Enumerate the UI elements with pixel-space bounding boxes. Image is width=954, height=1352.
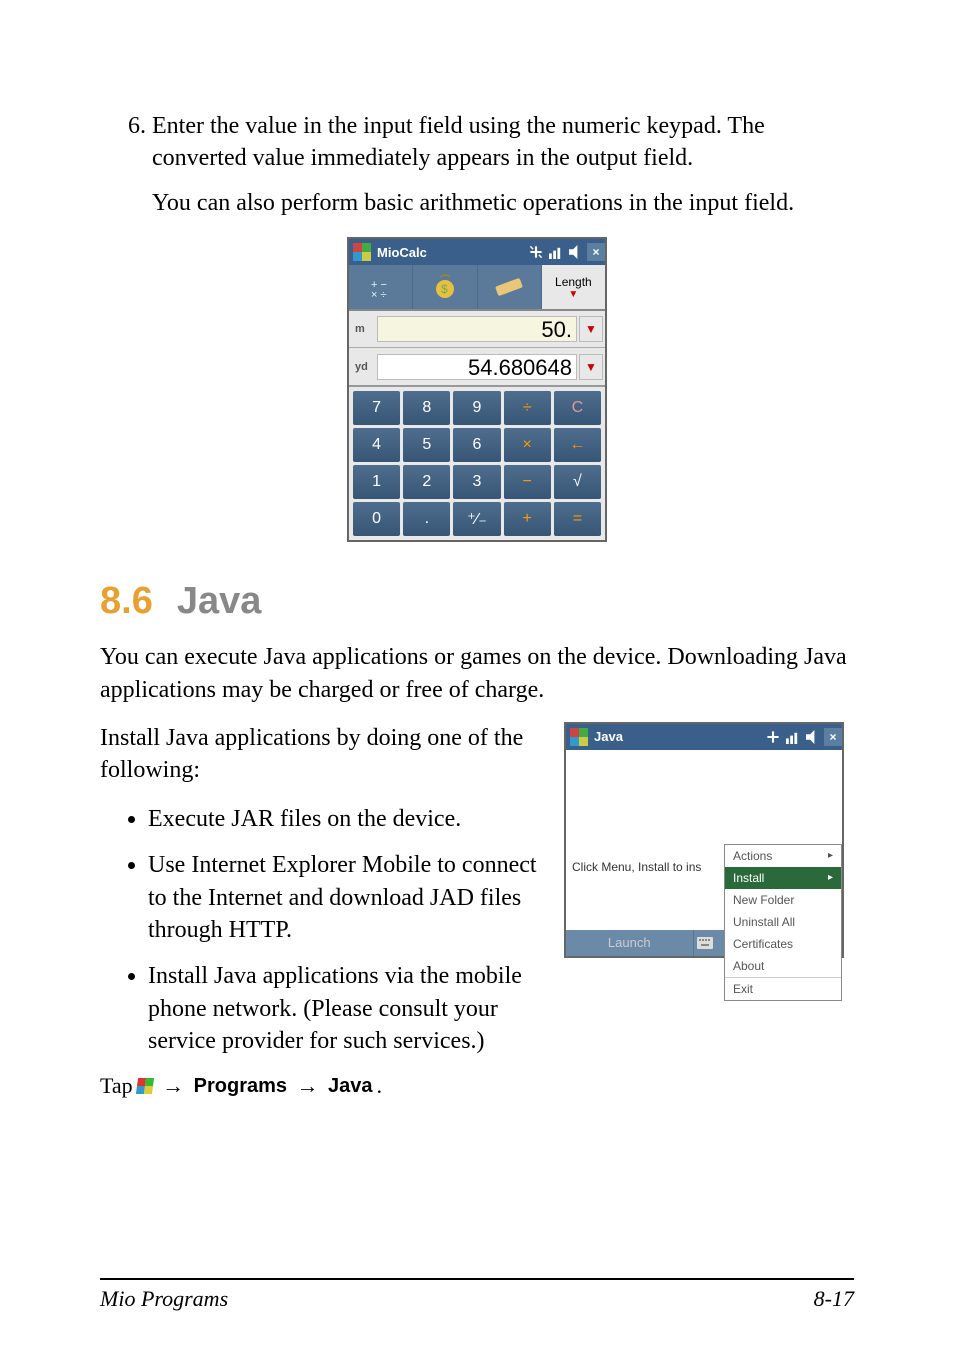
key-1: 1 <box>353 465 400 499</box>
speaker-icon <box>806 730 820 744</box>
svg-text:× ÷: × ÷ <box>371 289 387 300</box>
tab-calculator: + −× ÷ <box>349 265 413 309</box>
output-value: 54.680648 <box>377 354 577 380</box>
java-screenshot: Java × Click Menu, Install to ins Action… <box>564 722 854 1100</box>
output-row: yd 54.680648 ▼ <box>349 347 605 385</box>
currency-icon: $ <box>432 274 458 300</box>
footer-section: Mio Programs <box>100 1286 228 1312</box>
speaker-icon <box>569 245 583 259</box>
key-2: 2 <box>403 465 450 499</box>
step-continuation: You can also perform basic arithmetic op… <box>152 187 854 219</box>
key-5: 5 <box>403 428 450 462</box>
menu-uninstall-all: Uninstall All <box>725 911 841 933</box>
navigation-path: Tap → Programs → Java. <box>100 1073 550 1099</box>
input-row: m 50. ▼ <box>349 309 605 347</box>
context-menu: Actions▸ Install▸ New Folder Uninstall A… <box>724 844 842 1001</box>
hint-text: Click Menu, Install to ins <box>572 860 701 874</box>
softkey-left: Launch <box>566 930 694 956</box>
miocalc-screenshot: MioCalc × + −× ÷ $ Leng <box>100 237 854 542</box>
arrow-icon: → <box>157 1073 190 1099</box>
key-7: 7 <box>353 391 400 425</box>
key-dot: . <box>403 502 450 536</box>
key-8: 8 <box>403 391 450 425</box>
signal-icon <box>549 245 563 259</box>
status-icons <box>529 245 587 259</box>
key-multiply: × <box>504 428 551 462</box>
close-icon: × <box>824 728 842 746</box>
path-period: . <box>377 1073 383 1099</box>
mode-tabs: + −× ÷ $ Length ▼ <box>349 265 605 309</box>
input-unit: m <box>351 323 377 335</box>
close-icon: × <box>587 243 605 261</box>
menu-new-folder: New Folder <box>725 889 841 911</box>
key-plus: + <box>504 502 551 536</box>
start-icon <box>353 243 371 261</box>
path-lead: Tap <box>100 1073 133 1099</box>
path-java: Java <box>328 1075 373 1098</box>
section-number: 8.6 <box>100 580 153 622</box>
tab-currency: $ <box>413 265 477 309</box>
connectivity-icon <box>766 730 780 744</box>
chevron-right-icon: ▸ <box>828 850 833 861</box>
bullet-jad: Use Internet Explorer Mobile to connect … <box>148 849 550 946</box>
svg-text:$: $ <box>441 282 448 296</box>
ruler-icon <box>494 274 524 300</box>
section-heading: 8.6 Java <box>100 580 854 623</box>
key-equals: = <box>554 502 601 536</box>
key-3: 3 <box>453 465 500 499</box>
java-install-intro: Install Java applications by doing one o… <box>100 722 550 787</box>
menu-exit: Exit <box>725 977 841 1000</box>
bullet-jar: Execute JAR files on the device. <box>148 803 550 835</box>
key-sqrt: √ <box>554 465 601 499</box>
input-unit-dropdown: ▼ <box>579 316 603 342</box>
footer-rule <box>100 1278 854 1280</box>
key-9: 9 <box>453 391 500 425</box>
key-4: 4 <box>353 428 400 462</box>
key-6: 6 <box>453 428 500 462</box>
chevron-down-icon: ▼ <box>568 289 578 300</box>
menu-certificates: Certificates <box>725 933 841 955</box>
keypad: 7 8 9 ÷ C 4 5 6 × ← 1 2 3 − √ 0 . ⁺⁄₋ + … <box>349 385 605 540</box>
tab-length: Length ▼ <box>542 265 605 309</box>
output-unit: yd <box>351 361 377 373</box>
menu-actions: Actions▸ <box>725 845 841 867</box>
keyboard-icon <box>694 930 716 956</box>
section-title: Java <box>177 580 262 622</box>
arrow-icon-2: → <box>291 1073 324 1099</box>
input-value: 50. <box>377 316 577 342</box>
step-list: Enter the value in the input field using… <box>100 110 854 175</box>
titlebar: MioCalc × <box>349 239 605 265</box>
calculator-icon: + −× ÷ <box>368 274 394 300</box>
path-programs: Programs <box>194 1075 287 1098</box>
key-0: 0 <box>353 502 400 536</box>
start-menu-icon <box>136 1078 154 1094</box>
app-title: Java <box>592 729 766 744</box>
key-clear: C <box>554 391 601 425</box>
java-install-methods: Execute JAR files on the device. Use Int… <box>100 803 550 1058</box>
chevron-right-icon: ▸ <box>828 872 833 883</box>
start-icon <box>570 728 588 746</box>
output-unit-dropdown: ▼ <box>579 354 603 380</box>
step-6: Enter the value in the input field using… <box>152 110 854 175</box>
page-footer: Mio Programs 8-17 <box>0 1278 954 1312</box>
app-title: MioCalc <box>375 245 529 260</box>
key-minus: − <box>504 465 551 499</box>
key-sign: ⁺⁄₋ <box>453 502 500 536</box>
tab-length-label: Length <box>555 275 592 289</box>
signal-icon <box>786 730 800 744</box>
status-icons <box>766 730 824 744</box>
menu-install: Install▸ <box>725 867 841 889</box>
bullet-network: Install Java applications via the mobile… <box>148 960 550 1057</box>
tab-measure <box>478 265 542 309</box>
menu-about: About <box>725 955 841 977</box>
page-number: 8-17 <box>814 1286 854 1312</box>
key-backspace: ← <box>554 428 601 462</box>
connectivity-icon <box>529 245 543 259</box>
java-intro: You can execute Java applications or gam… <box>100 641 854 706</box>
key-divide: ÷ <box>504 391 551 425</box>
titlebar: Java × <box>566 724 842 750</box>
